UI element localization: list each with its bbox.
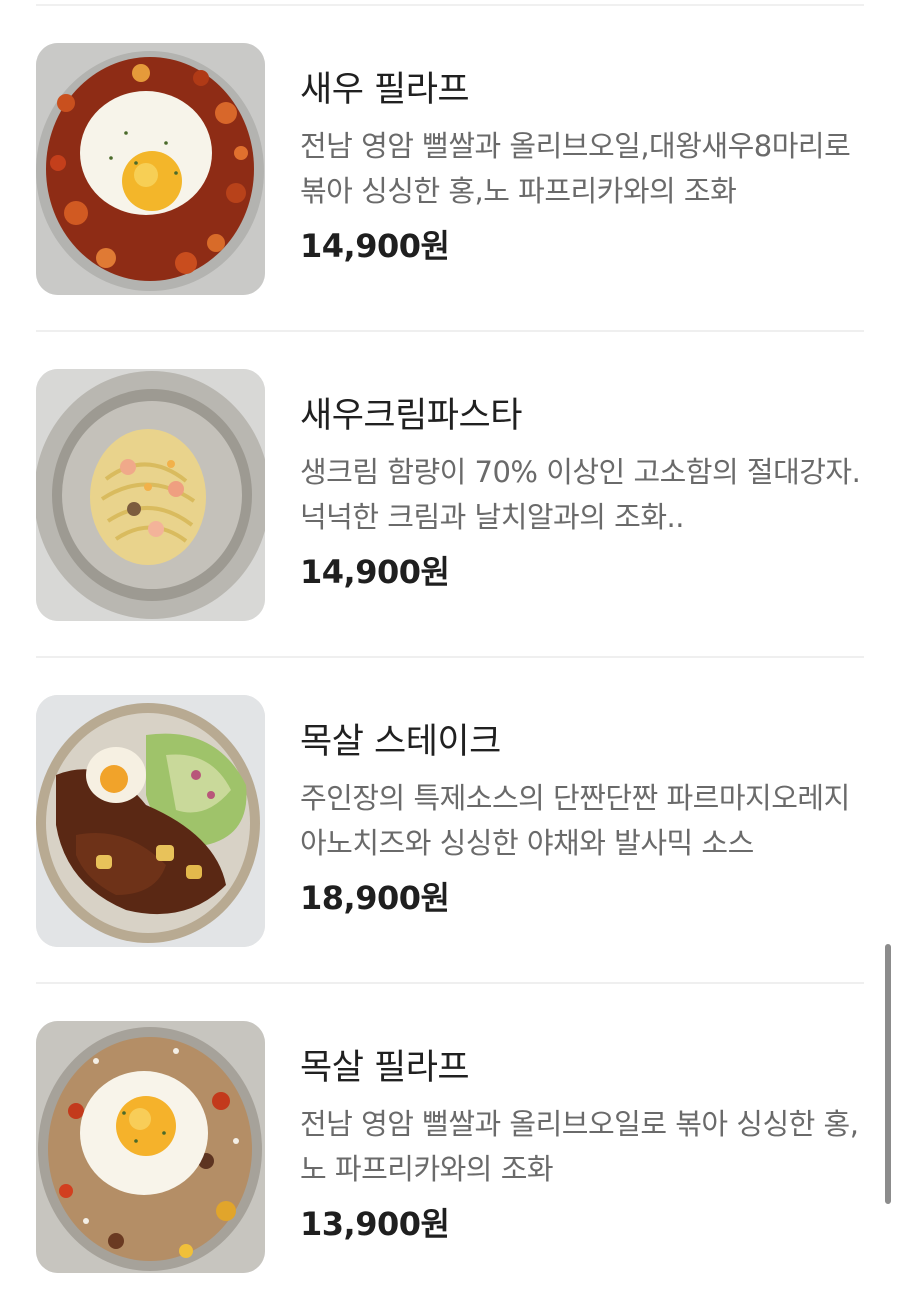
menu-item-name: 목살 필라프 [300, 1048, 470, 1088]
menu-item-info: 새우 필라프 전남 영암 뻘쌀과 올리브오일,대왕새우8마리로 볶아 싱싱한 홍… [300, 68, 864, 268]
menu-item-price: 18,900원 [300, 879, 450, 917]
pork-neck-pilaf-photo [36, 1021, 265, 1273]
menu-item[interactable]: 목살 스테이크 주인장의 특제소스의 단짠단짠 파르마지오레지아노치즈와 싱싱한… [36, 658, 864, 984]
scrollbar[interactable] [885, 944, 891, 1204]
menu-item[interactable]: 새우크림파스타 생크림 함량이 70% 이상인 고소함의 절대강자. 넉넉한 크… [36, 332, 864, 658]
menu-item-name: 새우크림파스타 [300, 396, 522, 436]
shrimp-pilaf-photo [36, 43, 265, 295]
shrimp-cream-pasta-photo [36, 369, 265, 621]
menu-item-name: 목살 스테이크 [300, 722, 501, 762]
menu-item-price: 14,900원 [300, 227, 450, 265]
menu-item[interactable]: 목살 필라프 전남 영암 뻘쌀과 올리브오일로 볶아 싱싱한 홍,노 파프리카와… [36, 984, 864, 1310]
menu-item-price: 14,900원 [300, 553, 450, 591]
menu-item-description: 주인장의 특제소스의 단짠단짠 파르마지오레지아노치즈와 싱싱한 야채와 발사믹… [300, 781, 850, 860]
menu-item-info: 새우크림파스타 생크림 함량이 70% 이상인 고소함의 절대강자. 넉넉한 크… [300, 394, 864, 594]
pork-neck-steak-photo [36, 695, 265, 947]
menu-item-description: 전남 영암 뻘쌀과 올리브오일로 볶아 싱싱한 홍,노 파프리카와의 조화 [300, 1107, 859, 1186]
menu-item-description: 전남 영암 뻘쌀과 올리브오일,대왕새우8마리로 볶아 싱싱한 홍,노 파프리카… [300, 129, 851, 208]
menu-item-price: 13,900원 [300, 1205, 450, 1243]
menu-item[interactable]: 새우 필라프 전남 영암 뻘쌀과 올리브오일,대왕새우8마리로 볶아 싱싱한 홍… [36, 6, 864, 332]
menu-item-info: 목살 필라프 전남 영암 뻘쌀과 올리브오일로 볶아 싱싱한 홍,노 파프리카와… [300, 1046, 864, 1246]
menu-list: 새우 필라프 전남 영암 뻘쌀과 올리브오일,대왕새우8마리로 볶아 싱싱한 홍… [0, 6, 900, 1310]
menu-item-description: 생크림 함량이 70% 이상인 고소함의 절대강자. 넉넉한 크림과 날치알과의… [300, 455, 861, 534]
menu-item-name: 새우 필라프 [300, 70, 470, 110]
menu-item-info: 목살 스테이크 주인장의 특제소스의 단짠단짠 파르마지오레지아노치즈와 싱싱한… [300, 720, 864, 920]
